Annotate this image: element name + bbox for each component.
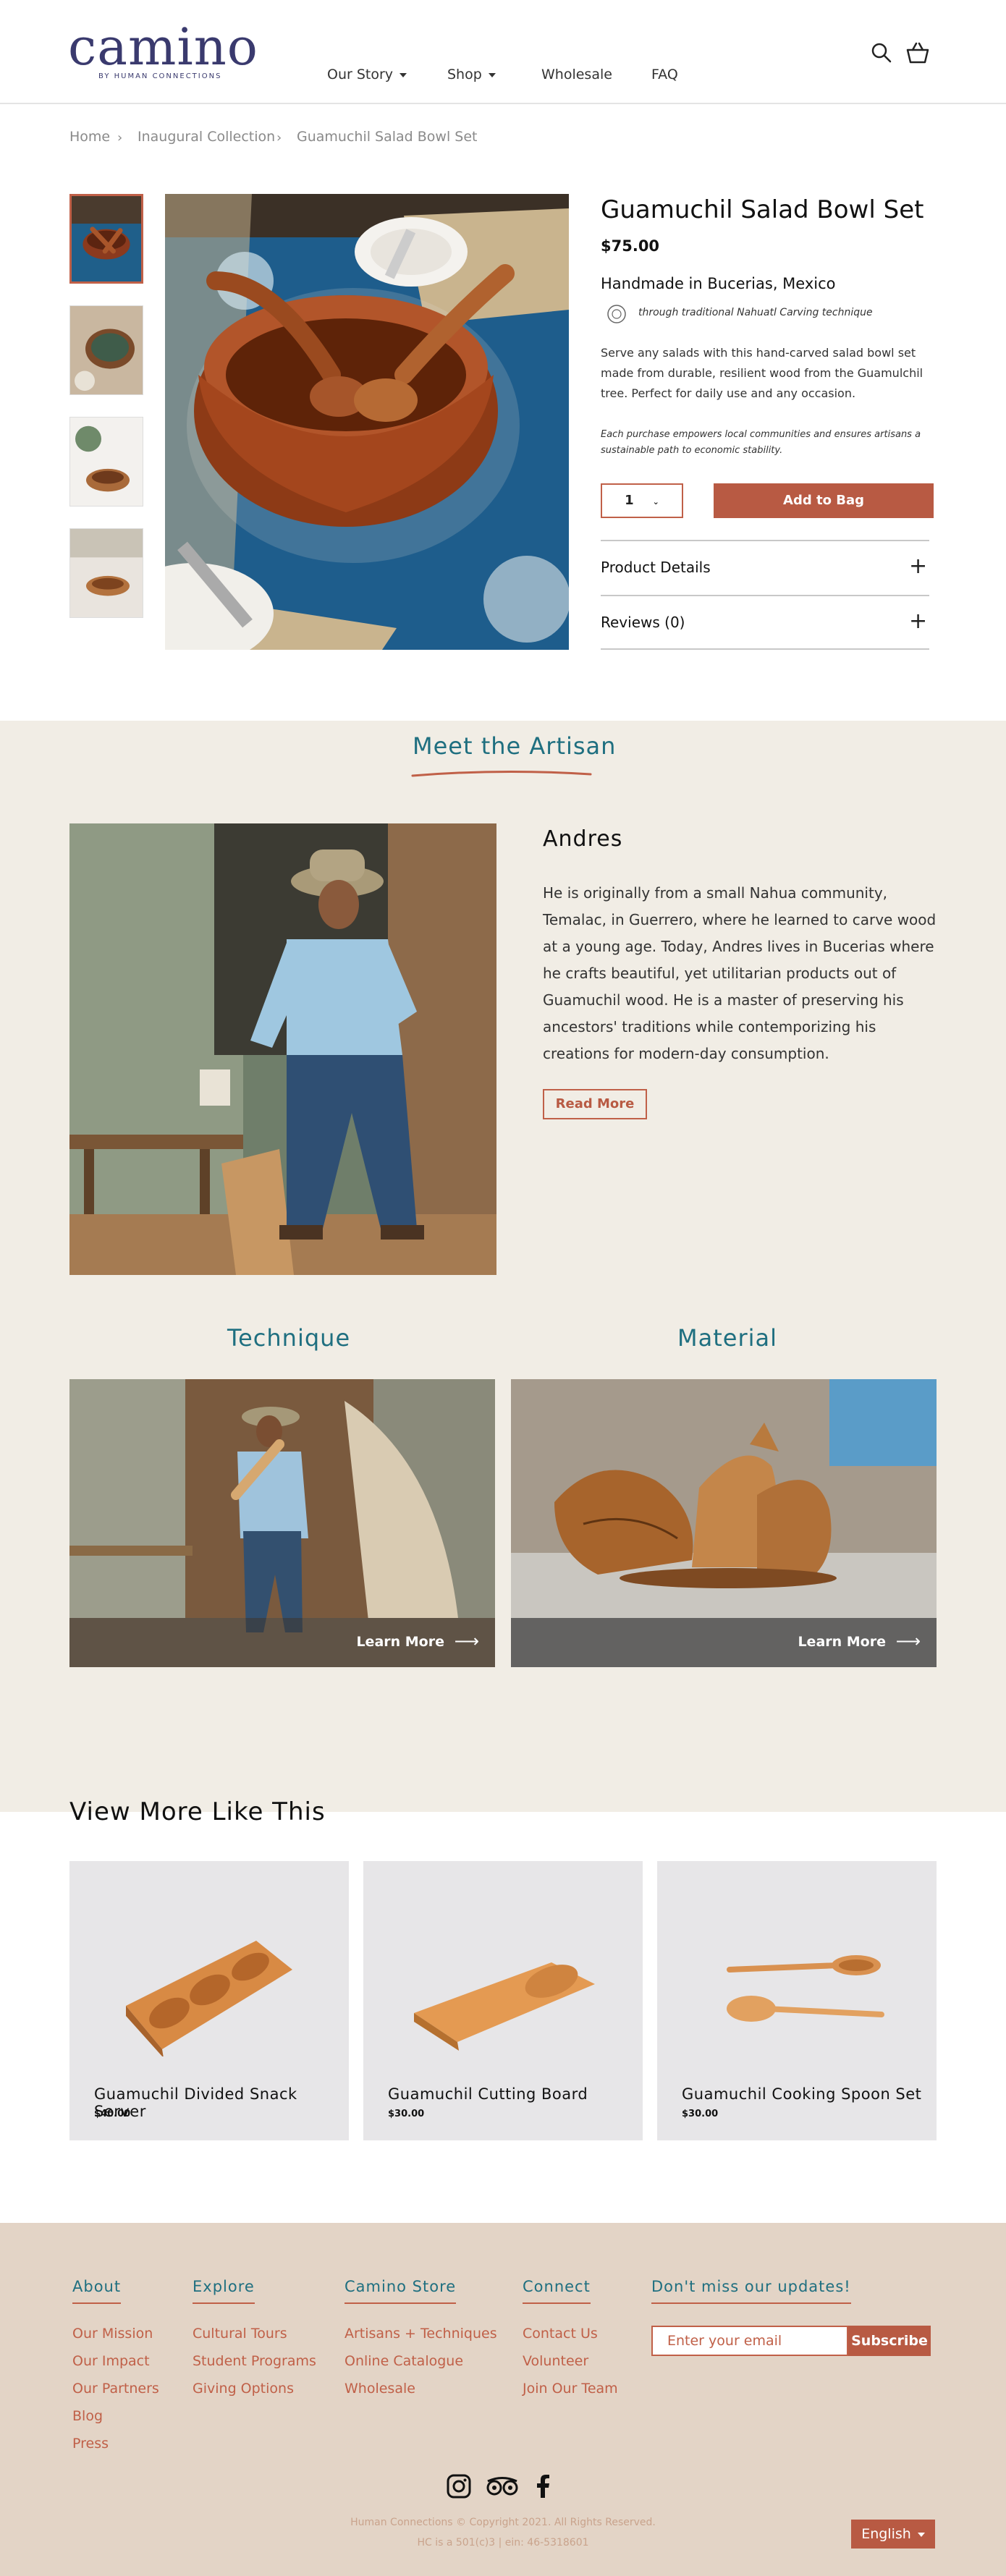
nav-our-story[interactable]: Our Story	[327, 67, 407, 82]
product-card-price: $30.00	[388, 2109, 425, 2119]
artisan-section-title: Meet the Artisan	[413, 732, 617, 760]
shopping-bag-icon[interactable]	[905, 40, 931, 66]
technique-card[interactable]: Learn More ⟶	[69, 1379, 495, 1667]
artisan-bio: He is originally from a small Nahua comm…	[543, 884, 937, 1062]
footer-store-heading: Camino Store	[345, 2278, 457, 2304]
footer-link[interactable]: Join Our Team	[523, 2381, 618, 2397]
search-icon[interactable]	[868, 40, 895, 66]
chevron-down-icon	[917, 2532, 925, 2537]
divider	[601, 540, 929, 541]
quantity-select[interactable]: 1 ⌄	[601, 483, 683, 518]
product-origin: Handmade in Bucerias, Mexico	[601, 275, 836, 292]
footer-link[interactable]: Online Catalogue	[345, 2353, 463, 2369]
material-learn-more-link[interactable]: Learn More ⟶	[511, 1618, 937, 1667]
email-input[interactable]: Enter your email	[651, 2326, 848, 2356]
product-image	[126, 1941, 292, 2056]
chevron-down-icon	[488, 72, 496, 77]
product-thumbnail[interactable]	[69, 194, 143, 284]
newsletter-heading: Don't miss our updates!	[651, 2278, 851, 2304]
footer-link[interactable]: Our Mission	[72, 2326, 153, 2342]
subscribe-button[interactable]: Subscribe	[848, 2326, 931, 2356]
product-card-name[interactable]: Guamuchil Divided Snack Server	[94, 2085, 349, 2120]
chevron-down-icon	[400, 72, 407, 77]
plus-icon[interactable]: +	[909, 556, 927, 577]
read-more-button[interactable]: Read More	[543, 1089, 647, 1119]
footer-link[interactable]: Volunteer	[523, 2353, 588, 2369]
facebook-icon[interactable]	[530, 2473, 556, 2499]
footer-link[interactable]: Giving Options	[193, 2381, 294, 2397]
technique-learn-more-link[interactable]: Learn More ⟶	[69, 1618, 495, 1667]
material-card[interactable]: Learn More ⟶	[511, 1379, 937, 1667]
footer-link[interactable]: Press	[72, 2436, 109, 2452]
footer-connect-heading: Connect	[523, 2278, 591, 2304]
divider	[601, 595, 929, 596]
product-image	[414, 1962, 595, 2051]
plus-icon[interactable]: +	[909, 611, 927, 632]
title-underline	[411, 770, 592, 777]
footer-link[interactable]: Our Partners	[72, 2381, 159, 2397]
product-image	[727, 1955, 884, 2022]
product-thumbnail[interactable]	[69, 305, 143, 395]
breadcrumb-collection[interactable]: Inaugural Collection	[138, 129, 275, 145]
breadcrumb-current: Guamuchil Salad Bowl Set	[297, 129, 478, 145]
accordion-reviews[interactable]: Reviews (0)	[601, 614, 685, 631]
product-card[interactable]: Guamuchil Cutting Board $30.00	[363, 1861, 643, 2140]
footer-link[interactable]: Contact Us	[523, 2326, 598, 2342]
artisan-photo	[69, 823, 496, 1275]
logo[interactable]: camino	[68, 22, 258, 72]
footer-link[interactable]: Blog	[72, 2408, 103, 2424]
accordion-product-details[interactable]: Product Details	[601, 559, 711, 576]
product-impact-note: Each purchase empowers local communities…	[601, 429, 921, 456]
nav-faq[interactable]: FAQ	[651, 67, 678, 82]
chevron-right-icon: ›	[276, 130, 282, 145]
product-card-name[interactable]: Guamuchil Cutting Board	[388, 2085, 588, 2103]
product-card[interactable]: Guamuchil Cooking Spoon Set $30.00	[657, 1861, 937, 2140]
material-title: Material	[677, 1324, 777, 1352]
arrow-right-icon: ⟶	[454, 1631, 479, 1651]
product-title: Guamuchil Salad Bowl Set	[601, 195, 924, 224]
product-card-price: $40.00	[94, 2109, 131, 2119]
site-header: camino BY HUMAN CONNECTIONS Our Story Sh…	[0, 0, 1006, 104]
logo-subtitle: BY HUMAN CONNECTIONS	[98, 72, 222, 80]
language-select[interactable]: English	[851, 2520, 935, 2549]
footer-link[interactable]: Artisans + Techniques	[345, 2326, 497, 2342]
product-technique: through traditional Nahuatl Carving tech…	[638, 307, 873, 318]
product-card-name[interactable]: Guamuchil Cooking Spoon Set	[682, 2085, 921, 2103]
tripadvisor-icon[interactable]	[485, 2473, 520, 2499]
chevron-down-icon: ⌄	[652, 497, 659, 507]
product-main-image	[165, 194, 569, 650]
footer-link[interactable]: Cultural Tours	[193, 2326, 287, 2342]
divider	[601, 648, 929, 650]
product-thumbnail[interactable]	[69, 417, 143, 507]
footer-link[interactable]: Wholesale	[345, 2381, 415, 2397]
chevron-right-icon: ›	[117, 130, 123, 145]
add-to-bag-button[interactable]: Add to Bag	[714, 483, 934, 518]
arrow-right-icon: ⟶	[895, 1631, 921, 1651]
breadcrumb-home[interactable]: Home	[69, 129, 110, 145]
footer-link[interactable]: Our Impact	[72, 2353, 150, 2369]
view-more-title: View More Like This	[69, 1797, 326, 1826]
footer-about-heading: About	[72, 2278, 122, 2304]
nav-wholesale[interactable]: Wholesale	[541, 67, 612, 82]
product-description: Serve any salads with this hand-carved s…	[601, 346, 923, 400]
artisan-name: Andres	[543, 826, 623, 852]
technique-badge-icon	[607, 305, 626, 323]
product-thumbnail[interactable]	[69, 528, 143, 618]
product-card-price: $30.00	[682, 2109, 719, 2119]
nav-shop[interactable]: Shop	[447, 67, 496, 82]
footer-explore-heading: Explore	[193, 2278, 255, 2304]
instagram-icon[interactable]	[446, 2473, 472, 2499]
product-card[interactable]: Guamuchil Divided Snack Server $40.00	[69, 1861, 349, 2140]
technique-title: Technique	[227, 1324, 351, 1352]
footer-link[interactable]: Student Programs	[193, 2353, 316, 2369]
product-price: $75.00	[601, 237, 660, 255]
